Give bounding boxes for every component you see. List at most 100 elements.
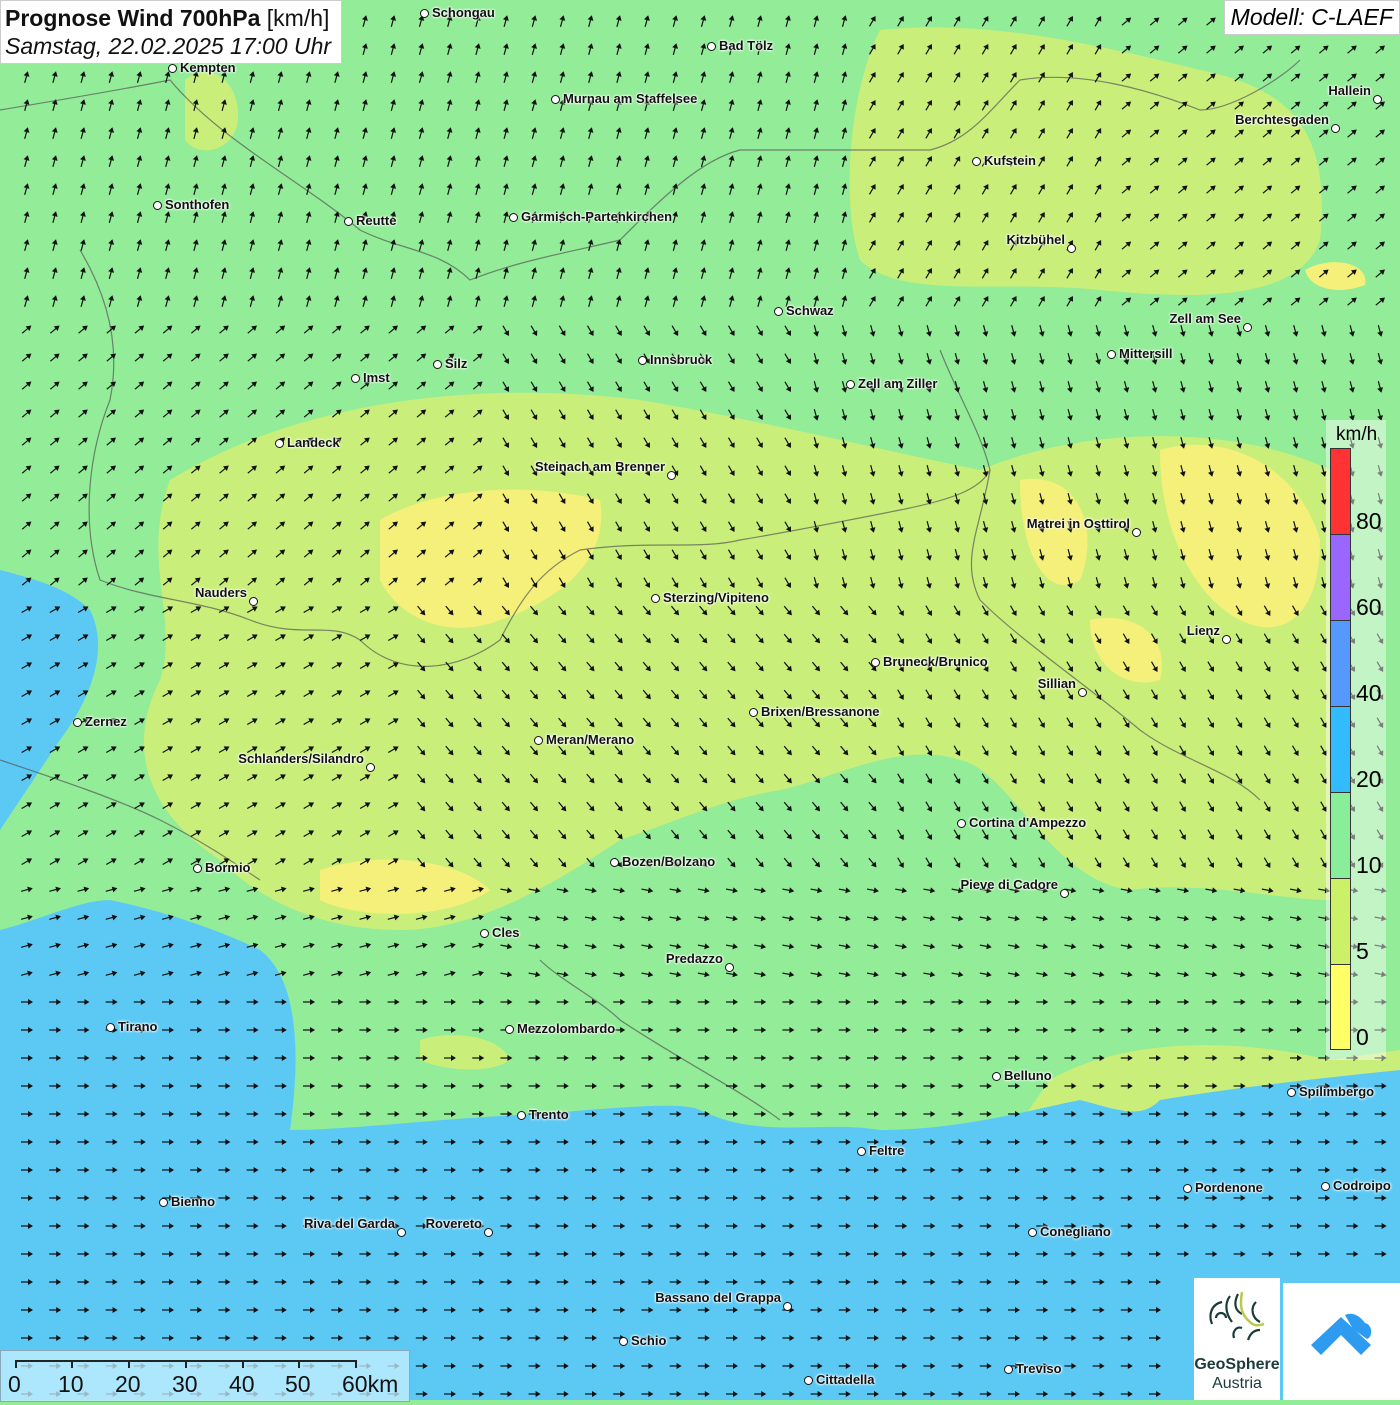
city-label: Belluno: [1004, 1068, 1052, 1083]
geosphere-emblem-icon: [1209, 1291, 1265, 1341]
city-marker: [366, 763, 375, 772]
city-marker: [509, 213, 518, 222]
scale-label: 0: [8, 1371, 21, 1397]
city-marker: [992, 1072, 1001, 1081]
city-label: Mezzolombardo: [517, 1021, 616, 1036]
city-label: Innsbruck: [650, 352, 713, 367]
scale-label: 20: [115, 1371, 141, 1397]
logo-text-austria: Austria: [1212, 1375, 1262, 1392]
city-marker: [783, 1302, 792, 1311]
city-label: Reutte: [356, 213, 397, 228]
scale-tick: [71, 1360, 73, 1368]
city-marker: [857, 1147, 866, 1156]
city-label: Matrei in Osttirol: [1026, 516, 1130, 531]
legend-label: 10: [1356, 852, 1382, 878]
city-marker: [1243, 323, 1252, 332]
city-label: Murnau am Staffelsee: [563, 91, 698, 106]
legend-unit: km/h: [1336, 424, 1378, 445]
city-label: Mittersill: [1119, 346, 1173, 361]
city-marker: [1373, 95, 1382, 104]
city-marker: [106, 1023, 115, 1032]
city-marker: [517, 1111, 526, 1120]
city-label: Schio: [631, 1333, 667, 1348]
legend-swatch-60: [1331, 535, 1350, 621]
legend-label: 20: [1356, 766, 1382, 792]
city-label: Schongau: [432, 5, 495, 20]
legend-label: 60: [1356, 594, 1382, 620]
legend-swatch-0: [1331, 965, 1350, 1049]
city-marker: [159, 1198, 168, 1207]
city-marker: [638, 356, 647, 365]
city-marker: [1028, 1228, 1037, 1237]
city-marker: [1107, 350, 1116, 359]
city-marker: [433, 360, 442, 369]
city-marker: [1067, 244, 1076, 253]
map-title-box: Prognose Wind 700hPa [km/h] Samstag, 22.…: [0, 0, 343, 64]
scale-label: 50: [285, 1371, 311, 1397]
city-label: Sterzing/Vipiteno: [663, 590, 769, 605]
scale-tick: [15, 1360, 17, 1368]
city-label: Sillian: [1037, 676, 1076, 691]
city-marker: [193, 864, 202, 873]
legend-colorbar: [1330, 448, 1351, 1050]
city-label: Silz: [445, 356, 468, 371]
scale-bar: 0 10 20 30 40 50 60km: [0, 1350, 410, 1402]
city-marker: [1321, 1182, 1330, 1191]
legend-label: 40: [1356, 680, 1382, 706]
city-label: Zell am See: [1169, 311, 1241, 326]
city-marker: [972, 157, 981, 166]
geosphere-austria-logo[interactable]: GeoSphere Austria: [1194, 1278, 1280, 1400]
legend-swatch-80plus: [1331, 449, 1350, 535]
city-label: Sonthofen: [165, 197, 230, 212]
city-label: Schwaz: [786, 303, 834, 318]
mountain-cloud-logo-icon: [1311, 1313, 1372, 1355]
city-marker: [275, 439, 284, 448]
city-marker: [1060, 889, 1069, 898]
scale-tick: [128, 1360, 130, 1368]
city-marker: [153, 201, 162, 210]
city-marker: [774, 307, 783, 316]
city-marker: [707, 42, 716, 51]
city-marker: [397, 1228, 406, 1237]
city-marker: [249, 597, 258, 606]
city-label: Spilimbergo: [1299, 1084, 1375, 1099]
partner-logo[interactable]: [1283, 1283, 1400, 1400]
city-label: Pordenone: [1195, 1180, 1263, 1195]
city-marker: [804, 1376, 813, 1385]
city-marker: [871, 658, 880, 667]
city-marker: [505, 1025, 514, 1034]
city-label: Kitzbühel: [1006, 232, 1066, 247]
city-label: Zernez: [85, 714, 127, 729]
city-marker: [1331, 124, 1340, 133]
forecast-datetime: Samstag, 22.02.2025 17:00 Uhr: [5, 33, 332, 59]
city-label: Bozen/Bolzano: [622, 854, 716, 869]
city-label: Feltre: [869, 1143, 905, 1158]
city-label: Cortina d'Ampezzo: [969, 815, 1087, 830]
legend-swatch-10: [1331, 793, 1350, 879]
city-label: Schlanders/Silandro: [238, 751, 364, 766]
city-label: Treviso: [1016, 1361, 1062, 1376]
city-label: Imst: [363, 370, 390, 385]
map-title: Prognose Wind 700hPa [km/h]: [5, 4, 331, 32]
color-legend: km/h 80 60 40 20 10 5 0: [1326, 420, 1386, 1060]
scale-tick: [185, 1360, 187, 1368]
city-label: Cles: [492, 925, 520, 940]
city-label: Tirano: [118, 1019, 158, 1034]
scale-label: 40: [229, 1371, 255, 1397]
scale-label: 30: [172, 1371, 198, 1397]
legend-label: 0: [1356, 1024, 1369, 1050]
city-marker: [1287, 1088, 1296, 1097]
city-marker: [484, 1228, 493, 1237]
city-label: Bormio: [205, 860, 251, 875]
city-marker: [749, 708, 758, 717]
scale-tick: [355, 1360, 357, 1368]
city-marker: [551, 95, 560, 104]
city-marker: [619, 1337, 628, 1346]
city-marker: [73, 718, 82, 727]
city-marker: [420, 9, 429, 18]
legend-swatch-20: [1331, 707, 1350, 793]
logo-text-geosphere: GeoSphere: [1194, 1356, 1280, 1373]
city-marker: [957, 819, 966, 828]
city-marker: [168, 64, 177, 73]
scale-tick: [298, 1360, 300, 1368]
